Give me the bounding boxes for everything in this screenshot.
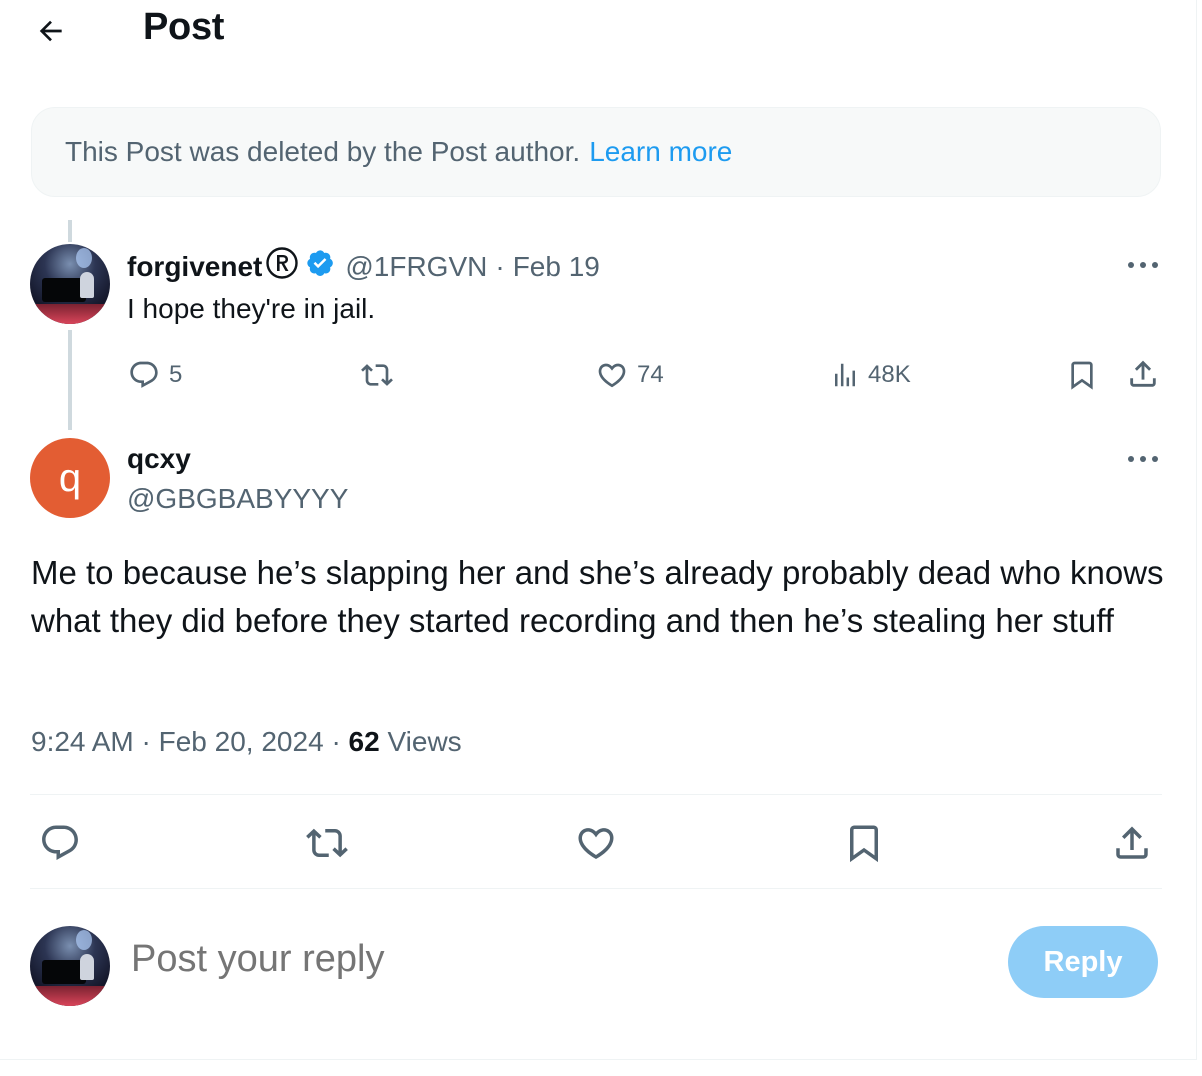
thread-line [68, 330, 72, 430]
heart-icon [598, 363, 626, 388]
more-icon [1128, 262, 1158, 268]
user-avatar[interactable] [30, 926, 110, 1006]
page-title: Post [143, 6, 225, 48]
reply-count: 5 [169, 361, 183, 388]
like-button[interactable] [573, 820, 619, 866]
share-button[interactable] [1109, 820, 1155, 866]
column-border [1196, 0, 1197, 1060]
bottom-border [0, 1059, 1196, 1060]
repost-button[interactable] [304, 820, 350, 866]
bookmark-button[interactable] [1066, 358, 1098, 392]
more-icon [1128, 456, 1158, 462]
thread-line [68, 220, 72, 242]
more-options-button[interactable] [1123, 255, 1163, 275]
author-handle[interactable]: @GBGBABYYYY [127, 483, 348, 515]
arrow-left-icon [39, 20, 62, 42]
more-options-button[interactable] [1123, 449, 1163, 469]
repost-icon [361, 364, 393, 386]
views-button[interactable]: 48K [830, 359, 911, 391]
author-handle[interactable]: @1FRGVN [345, 251, 487, 283]
post-text: I hope they're in jail. [127, 293, 376, 324]
reply-button[interactable]: 5 [127, 359, 182, 391]
repost-button[interactable] [358, 359, 396, 391]
view-count[interactable]: 62 [349, 726, 380, 757]
like-button[interactable]: 74 [595, 359, 664, 391]
avatar[interactable] [30, 244, 110, 324]
reply-button[interactable] [37, 820, 83, 866]
back-button[interactable] [28, 10, 74, 52]
post-page: Post This Post was deleted by the Post a… [0, 0, 1202, 1076]
share-icon [1116, 826, 1148, 859]
divider [30, 888, 1162, 889]
verified-badge-icon[interactable] [305, 248, 335, 285]
divider [30, 794, 1162, 795]
reply-icon [130, 361, 158, 388]
bookmark-button[interactable] [841, 820, 887, 866]
separator: · [331, 726, 341, 757]
view-count: 48K [868, 361, 911, 388]
analytics-icon [835, 363, 855, 387]
heart-icon [578, 828, 614, 860]
avatar[interactable]: q [30, 438, 110, 518]
reply-submit-button[interactable]: Reply [1008, 926, 1158, 998]
post-date[interactable]: Feb 19 [513, 251, 600, 283]
author-name[interactable]: qcxy [127, 443, 191, 475]
share-icon [1130, 360, 1156, 387]
learn-more-link[interactable]: Learn more [589, 136, 732, 168]
deleted-post-notice: This Post was deleted by the Post author… [31, 107, 1161, 197]
avatar-letter: q [58, 455, 82, 500]
post-metadata: 9:24 AM · Feb 20, 2024 · 62 Views [31, 726, 462, 758]
reply-icon [42, 825, 78, 860]
bookmark-icon [850, 825, 878, 863]
post-time[interactable]: 9:24 AM [31, 726, 134, 757]
header: Post [0, 0, 1190, 60]
separator: · [141, 726, 151, 757]
separator: · [495, 250, 505, 282]
share-button[interactable] [1126, 357, 1160, 391]
repost-icon [306, 828, 348, 858]
post-date[interactable]: Feb 20, 2024 [159, 726, 324, 757]
author-name[interactable]: forgivenet [127, 251, 262, 283]
reply-input[interactable] [131, 938, 931, 981]
post-author-row: forgivenet @1FRGVN · Feb 19 [127, 246, 600, 287]
registered-mark-icon [265, 246, 299, 287]
views-label: Views [387, 726, 462, 757]
like-count: 74 [637, 361, 664, 388]
notice-text: This Post was deleted by the Post author… [65, 136, 581, 167]
post-text: Me to because he’s slapping her and she’… [31, 554, 1164, 639]
bookmark-icon [1071, 361, 1093, 390]
